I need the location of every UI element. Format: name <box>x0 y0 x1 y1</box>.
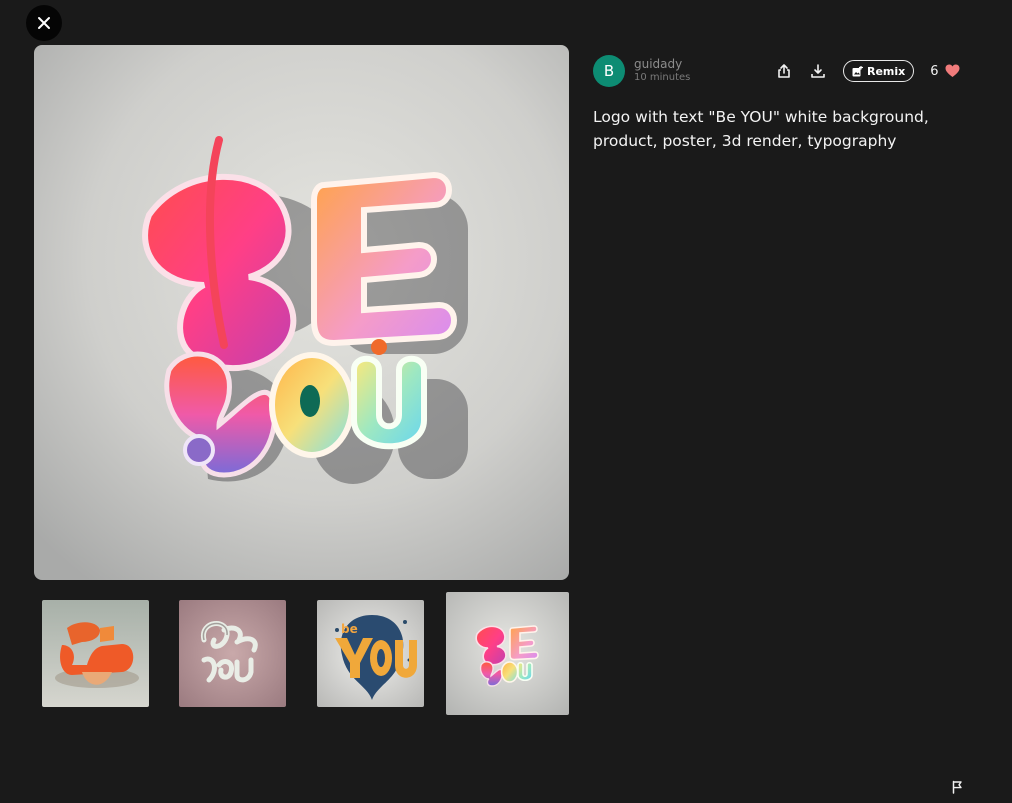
main-image <box>34 45 569 580</box>
remix-icon <box>852 65 863 76</box>
thumbnail-4-selected[interactable] <box>446 592 569 715</box>
close-button[interactable] <box>26 5 62 41</box>
like-button[interactable]: 6 <box>930 63 960 79</box>
share-button[interactable] <box>774 60 794 82</box>
share-icon <box>778 64 790 78</box>
author-meta: guidady 10 minutes <box>634 57 690 85</box>
author-name[interactable]: guidady <box>634 57 690 71</box>
avatar[interactable]: B <box>593 55 625 87</box>
download-button[interactable] <box>808 60 828 82</box>
close-icon <box>38 17 50 29</box>
thumbnail-2[interactable] <box>179 600 286 707</box>
remix-label: Remix <box>867 64 906 78</box>
thumbnail-1[interactable] <box>42 600 149 707</box>
action-bar: Remix 6 <box>774 60 960 82</box>
prompt-text: Logo with text "Be YOU" white background… <box>593 108 929 150</box>
thumbnail-3[interactable]: be <box>317 600 424 707</box>
post-time: 10 minutes <box>634 72 691 83</box>
heart-icon <box>945 64 960 78</box>
svg-text:be: be <box>341 622 358 636</box>
download-icon <box>811 64 825 78</box>
author-info[interactable]: B guidady 10 minutes <box>593 55 690 87</box>
like-count: 6 <box>930 63 939 79</box>
flag-icon <box>952 780 962 794</box>
remix-button[interactable]: Remix <box>843 60 915 82</box>
report-button[interactable] <box>951 780 965 794</box>
